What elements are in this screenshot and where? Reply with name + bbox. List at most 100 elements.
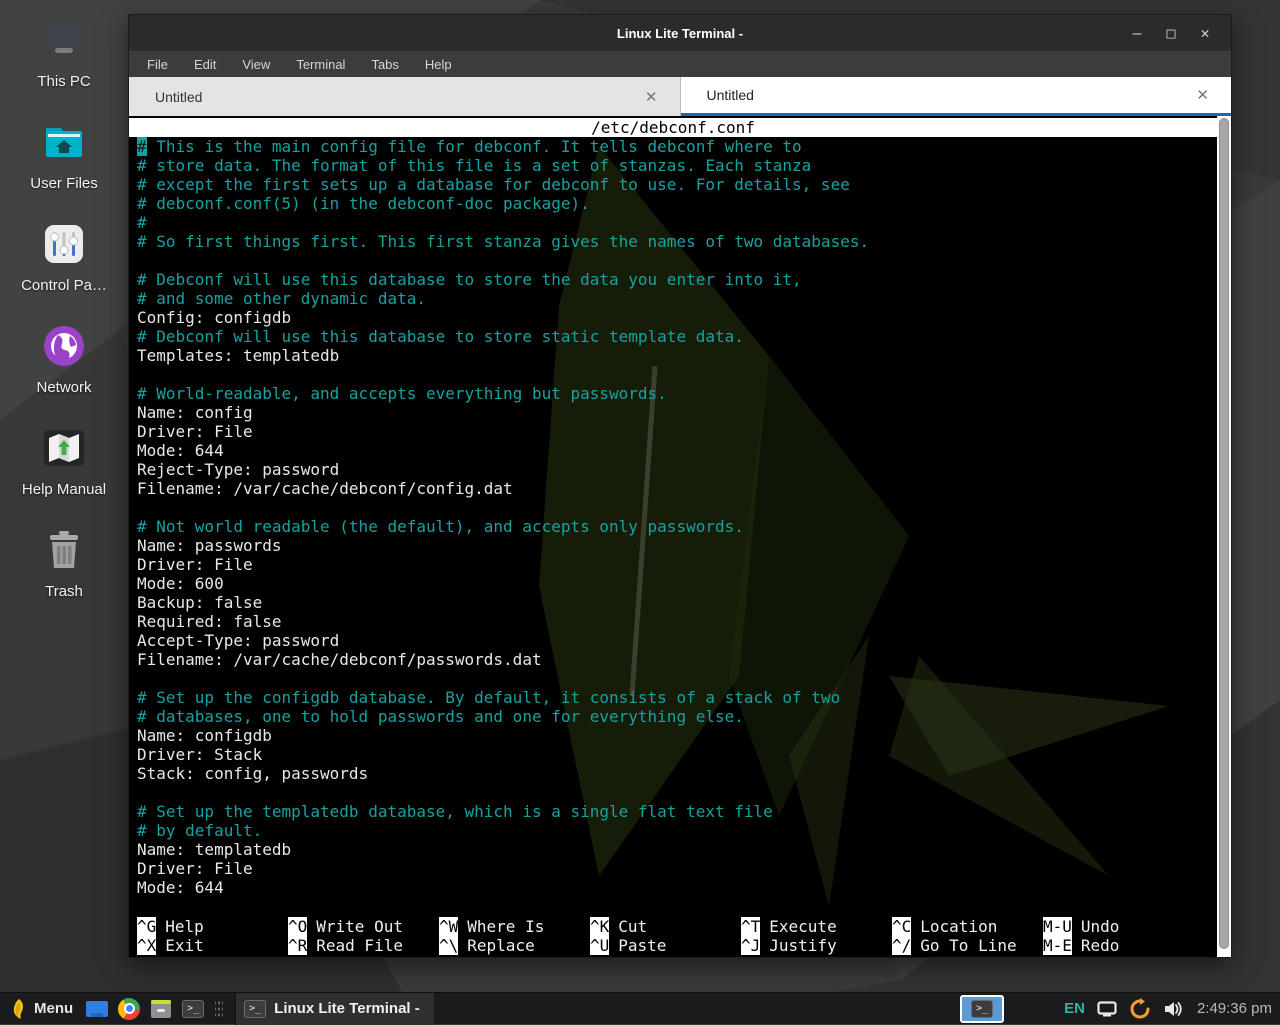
shortcut-label: Go To Line [911,936,1016,955]
editor-line [137,498,1217,517]
editor-content: # This is the main config file for debco… [129,137,1217,897]
desktop-icon-control-panel[interactable]: Control Pa… [4,220,124,294]
desktop-icon-label: This PC [37,73,90,90]
volume-tray[interactable] [1163,997,1183,1021]
chrome-icon [118,998,140,1020]
menu-terminal[interactable]: Terminal [296,57,345,72]
nano-shortcut: ^JJustify [741,936,892,955]
editor-line: # World-readable, and accepts everything… [137,384,1217,403]
tab-bar: Untitled ✕ Untitled ✕ [129,77,1231,116]
monitor-icon [1097,1001,1117,1017]
shortcut-key: ^K [590,917,609,936]
desktop-icon-network[interactable]: Network [4,322,124,396]
clock[interactable]: 2:49:36 pm [1195,1000,1272,1017]
chrome-launcher[interactable] [117,997,141,1021]
menu-label: Menu [34,1000,73,1017]
menu-file[interactable]: File [147,57,168,72]
terminal-icon: >_ [182,1000,204,1018]
terminal-launcher[interactable]: >_ [181,997,205,1021]
maximize-button[interactable]: □ [1161,24,1181,42]
shortcut-label: Location [911,917,997,936]
home-folder-icon [40,118,88,166]
shortcut-label: Where Is [458,917,544,936]
shortcut-label: Replace [458,936,534,955]
menu-edit[interactable]: Edit [194,57,216,72]
update-notifier-tray[interactable] [1129,997,1151,1021]
desktop-icon-trash[interactable]: Trash [4,526,124,600]
show-desktop-button[interactable] [85,997,109,1021]
editor-line: Name: configdb [137,726,1217,745]
tab-close-icon[interactable]: ✕ [1188,84,1217,106]
editor-line: # store data. The format of this file is… [137,156,1217,175]
nano-shortcut: ^/Go To Line [892,936,1043,955]
shortcut-key: ^G [137,917,156,936]
shortcut-key: M-U [1043,917,1072,936]
taskbar-window-button[interactable]: >_ Linux Lite Terminal - [235,993,434,1025]
editor-line [137,251,1217,270]
shortcut-key: ^U [590,936,609,955]
editor-line: # [137,213,1217,232]
tab-close-icon[interactable]: ✕ [637,86,666,108]
shortcut-label: Justify [760,936,836,955]
keyboard-layout-indicator[interactable]: EN [1064,1000,1085,1017]
nano-shortcut: M-UUndo [1043,917,1194,936]
nano-shortcut: ^CLocation [892,917,1043,936]
display-settings-tray[interactable] [1097,997,1117,1021]
file-manager-launcher[interactable] [149,997,173,1021]
nano-shortcut: ^TExecute [741,917,892,936]
menu-tabs[interactable]: Tabs [371,57,398,72]
tab-untitled-2[interactable]: Untitled ✕ [681,77,1232,116]
menu-help[interactable]: Help [425,57,452,72]
shortcut-key: ^R [288,936,307,955]
editor-line: Driver: Stack [137,745,1217,764]
desktop-icon-this-pc[interactable]: This PC [4,16,124,90]
file-manager-icon [149,998,173,1020]
desktop-icon-label: Network [36,379,91,396]
tray-terminal-button[interactable]: >_ [960,995,1004,1023]
desktop-icon [85,999,109,1019]
help-manual-icon [40,424,88,472]
editor-line: # Debconf will use this database to stor… [137,270,1217,289]
desktop-icon-label: Trash [45,583,83,600]
desktop-icon-help-manual[interactable]: Help Manual [4,424,124,498]
editor-line: # and some other dynamic data. [137,289,1217,308]
editor-line: Reject-Type: password [137,460,1217,479]
editor-line: Driver: File [137,422,1217,441]
shortcut-label: Help [156,917,204,936]
shortcut-key: ^/ [892,936,911,955]
editor-line: Filename: /var/cache/debconf/passwords.d… [137,650,1217,669]
editor-line: # Set up the templatedb database, which … [137,802,1217,821]
editor-line: Accept-Type: password [137,631,1217,650]
nano-shortcut: M-ERedo [1043,936,1194,955]
titlebar[interactable]: Linux Lite Terminal - – □ ✕ [129,15,1231,51]
menu-view[interactable]: View [242,57,270,72]
terminal-screen[interactable]: GNU nano 7.2 /etc/debconf.conf # This is… [129,116,1231,957]
editor-line: Driver: File [137,555,1217,574]
panel-separator[interactable] [215,999,223,1019]
tab-untitled-1[interactable]: Untitled ✕ [129,77,681,116]
tab-label: Untitled [143,89,202,105]
scrollbar-track[interactable] [1217,116,1231,957]
shortcut-row-2: ^XExit^RRead File^\Replace^UPaste^JJusti… [129,936,1217,955]
linux-lite-logo-icon [10,998,28,1020]
shortcut-key: M-E [1043,936,1072,955]
editor-line: # except the first sets up a database fo… [137,175,1217,194]
nano-shortcut: ^RRead File [288,936,439,955]
nano-shortcut-bar: ^GHelp^OWrite Out^WWhere Is^KCut^TExecut… [129,917,1217,955]
shortcut-key: ^O [288,917,307,936]
nano-filename: /etc/debconf.conf [129,118,1217,137]
close-button[interactable]: ✕ [1195,24,1215,42]
desktop-icon-user-files[interactable]: User Files [4,118,124,192]
shortcut-key: ^T [741,917,760,936]
nano-shortcut: ^UPaste [590,936,741,955]
editor-line: # by default. [137,821,1217,840]
shortcut-label: Cut [609,917,647,936]
start-menu-button[interactable]: Menu [6,998,77,1020]
scrollbar-thumb[interactable] [1219,118,1229,949]
editor-line: Config: configdb [137,308,1217,327]
editor-line: Mode: 644 [137,878,1217,897]
editor-line: Mode: 600 [137,574,1217,593]
editor-line: Stack: config, passwords [137,764,1217,783]
minimize-button[interactable]: – [1127,24,1147,42]
taskbar-window-label: Linux Lite Terminal - [274,1000,420,1017]
